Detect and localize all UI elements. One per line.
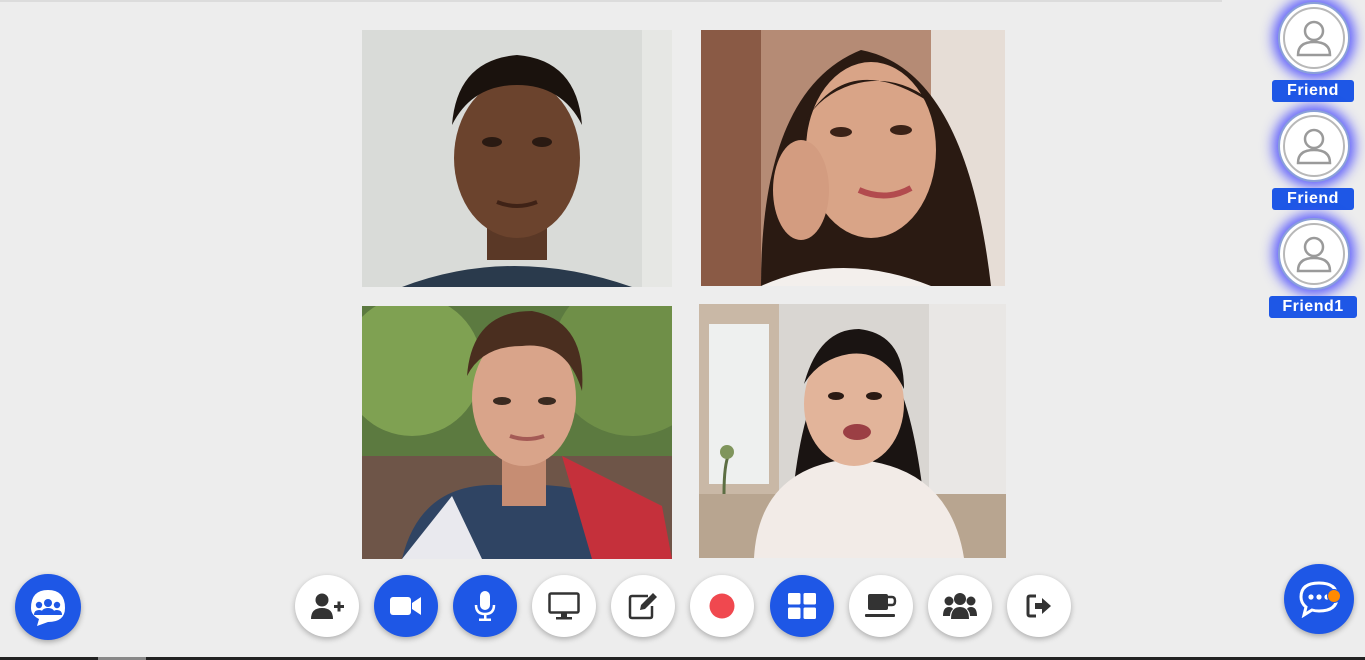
avatar[interactable] [1278, 110, 1350, 182]
participant-item[interactable]: Friend [1268, 2, 1365, 108]
participant-item[interactable]: Friend [1268, 110, 1365, 216]
grid-layout-icon [788, 593, 816, 619]
avatar[interactable] [1278, 2, 1350, 74]
grid-layout-button[interactable] [770, 575, 834, 637]
participant-name: Friend [1272, 80, 1354, 102]
chat-button[interactable] [1284, 564, 1354, 634]
user-avatar-icon [1296, 128, 1332, 165]
video-tile-2[interactable] [701, 30, 1005, 286]
video-feed-2 [701, 30, 1005, 286]
record-icon [709, 593, 735, 619]
group-chat-icon [31, 590, 65, 626]
video-tile-3[interactable] [362, 306, 672, 559]
leave-icon [1026, 594, 1051, 618]
user-avatar-icon [1296, 20, 1332, 57]
video-feed-3 [362, 306, 672, 559]
whiteboard-button[interactable] [611, 575, 675, 637]
avatar[interactable] [1278, 218, 1350, 290]
screen-share-button[interactable] [532, 575, 596, 637]
participants-button[interactable] [928, 575, 992, 637]
participant-item[interactable]: Friend1 [1268, 218, 1365, 324]
video-feed-1 [362, 30, 672, 287]
leave-meeting-button[interactable] [1007, 575, 1071, 637]
user-avatar-icon [1296, 236, 1332, 273]
coffee-break-button[interactable] [849, 575, 913, 637]
camera-toggle-button[interactable] [374, 575, 438, 637]
video-tile-1[interactable] [362, 30, 672, 287]
whiteboard-edit-icon [628, 593, 657, 620]
add-user-button[interactable] [295, 575, 359, 637]
screen-share-icon [548, 592, 580, 620]
participant-name: Friend [1272, 188, 1354, 210]
camera-icon [390, 597, 421, 615]
record-button[interactable] [690, 575, 754, 637]
top-divider [0, 0, 1222, 2]
participant-name: Friend1 [1269, 296, 1357, 318]
notification-dot [1327, 589, 1341, 603]
video-feed-4 [699, 304, 1006, 558]
video-tile-4[interactable] [699, 304, 1006, 558]
group-chat-button[interactable] [15, 574, 81, 640]
add-user-icon [311, 593, 344, 619]
participants-icon [943, 593, 977, 619]
microphone-toggle-button[interactable] [453, 575, 517, 637]
microphone-icon [474, 591, 496, 621]
coffee-break-icon [865, 594, 897, 617]
